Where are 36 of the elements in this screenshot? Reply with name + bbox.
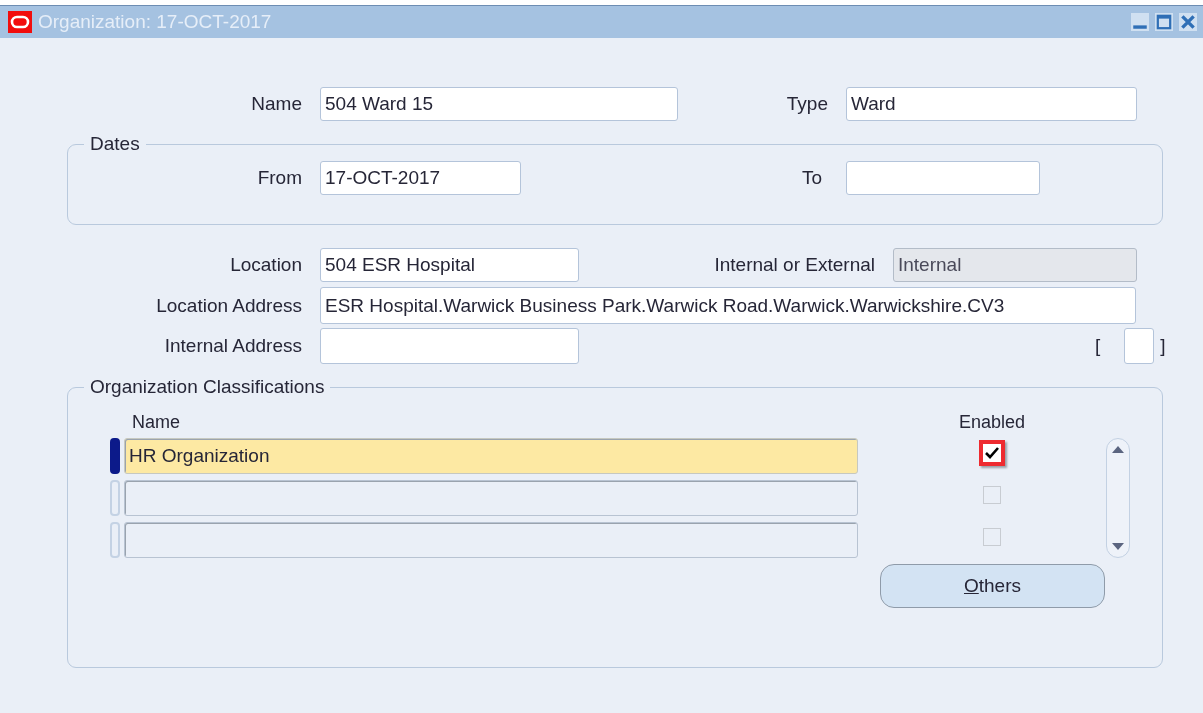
field-label: Type [785,93,828,115]
small-field[interactable] [1124,328,1155,364]
location-field[interactable]: 504 ESR Hospital [320,248,579,282]
classification-name-field[interactable]: HR Organization [124,438,858,474]
group-legend: Organization Classifications [84,376,331,398]
field-label: Internal or External [713,254,875,276]
bracket-text: [ [1095,335,1101,357]
scroll-down-icon[interactable] [1112,543,1124,551]
enabled-checkbox[interactable] [979,440,1005,466]
close-button[interactable] [1179,13,1197,31]
others-button[interactable]: Others [880,564,1105,608]
minimize-button[interactable] [1131,13,1149,31]
location-address-field[interactable]: ESR Hospital.Warwick Business Park.Warwick Road.Warwick.Warwickshire.CV3 [320,287,1136,324]
scroll-up-icon[interactable] [1112,445,1124,453]
maximize-button[interactable] [1155,13,1173,31]
from-date-field[interactable]: 17-OCT-2017 [320,161,521,195]
column-header: Enabled [958,412,1026,434]
name-field[interactable]: 504 Ward 15 [320,87,678,121]
row-indicator[interactable] [110,438,120,474]
bracket-text: ] [1160,335,1166,357]
field-label: From [256,167,302,189]
field-label: Name [250,93,302,115]
field-label: To [800,167,822,189]
field-label: Internal Address [163,335,302,357]
group-legend: Dates [84,133,146,155]
column-header: Name [132,412,180,434]
internal-external-field: Internal [893,248,1137,282]
window-title: Organization: 17-OCT-2017 [38,11,273,33]
app-logo-icon [8,11,32,33]
checkmark-icon [985,447,999,459]
to-date-field[interactable] [846,161,1040,195]
type-field[interactable]: Ward [846,87,1137,121]
scrollbar[interactable] [1106,438,1130,558]
field-label: Location Address [155,294,302,317]
internal-address-field[interactable] [320,328,579,364]
field-label: Location [229,254,302,276]
